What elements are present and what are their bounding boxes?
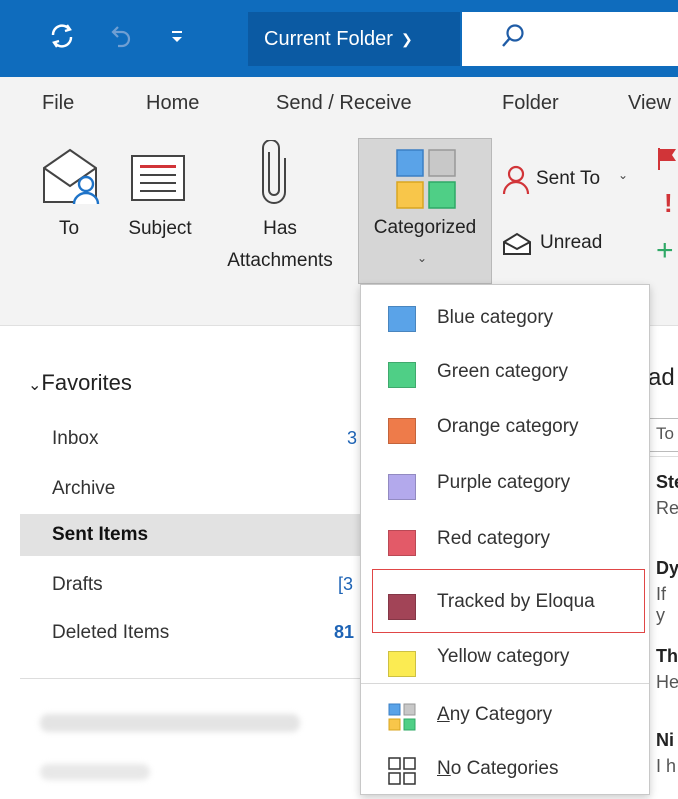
orange-category-label: Orange category (437, 416, 579, 437)
message-preview: If y (656, 584, 667, 625)
menu-separator (361, 683, 649, 684)
inbox-count: 3 (347, 428, 358, 448)
categories-icon (396, 149, 456, 209)
subject-label: Subject (128, 218, 192, 239)
folder-sent-items[interactable]: Sent Items (52, 524, 148, 546)
message-sender[interactable]: Dy (656, 558, 678, 579)
menu-item-orange-category[interactable]: Orange category (361, 403, 649, 459)
subject-icon (131, 155, 185, 201)
any-category-text: ny Category (449, 704, 553, 725)
green-swatch (388, 362, 416, 388)
current-folder-label: Current Folder (264, 27, 393, 50)
tab-view[interactable]: View (628, 92, 678, 115)
search-box[interactable] (462, 12, 678, 66)
paperclip-icon (262, 140, 286, 204)
no-categories-icon (388, 757, 416, 785)
menu-item-blue-category[interactable]: Blue category (361, 291, 649, 347)
no-categories-label: No Categories (437, 758, 558, 780)
green-category-label: Green category (437, 361, 568, 382)
message-preview: I h (656, 756, 677, 776)
chevron-down-icon: ⌄ (417, 251, 428, 265)
message-sender[interactable]: Ni (656, 730, 674, 751)
menu-item-red-category[interactable]: Red category (361, 515, 649, 571)
chevron-down-icon: ⌄ (28, 377, 42, 394)
filter-text: To (656, 424, 674, 443)
yellow-swatch (388, 651, 416, 677)
list-divider (648, 456, 678, 457)
filter-attachments-button[interactable]: Has Attachments (210, 138, 350, 278)
message-sender[interactable]: Th (656, 646, 678, 667)
message-preview: He (656, 672, 678, 692)
unread-button[interactable]: Unread (500, 228, 630, 264)
yellow-category-label: Yellow category (437, 646, 570, 667)
folder-deleted-items[interactable]: Deleted Items (52, 622, 169, 644)
any-category-label: Any Category (437, 704, 552, 726)
orange-swatch (388, 418, 416, 444)
highlight-box (372, 569, 645, 633)
category-dropdown-menu: Blue category Green category Orange cate… (360, 284, 650, 795)
sync-icon[interactable] (48, 22, 76, 50)
menu-item-purple-category[interactable]: Purple category (361, 459, 649, 515)
envelope-icon (503, 232, 531, 255)
categorized-label: Categorized (373, 217, 477, 238)
folder-drafts[interactable]: Drafts (52, 574, 103, 596)
no-categories-accesskey: N (437, 758, 451, 779)
current-folder-dropdown[interactable]: Current Folder ❯ (248, 12, 460, 66)
sent-to-button[interactable]: Sent To ⌄ (500, 162, 640, 202)
menu-item-no-categories[interactable]: No Categories (361, 743, 649, 799)
chevron-down-icon: ❯ (400, 30, 413, 47)
message-sender[interactable]: Ste (656, 472, 678, 493)
sent-to-label: Sent To (536, 168, 601, 189)
any-category-accesskey: A (437, 704, 450, 725)
filter-to-button[interactable]: To (36, 146, 106, 276)
tab-file[interactable]: File (42, 92, 74, 115)
search-icon[interactable] (500, 22, 526, 52)
chevron-down-icon: ⌄ (618, 168, 629, 182)
no-categories-text: o Categories (450, 758, 559, 779)
categorized-button[interactable]: Categorized ⌄ (358, 138, 492, 284)
favorites-label: Favorites (41, 370, 132, 395)
red-swatch (388, 530, 416, 556)
purple-swatch (388, 474, 416, 500)
drafts-count: [3 (338, 574, 354, 594)
importance-icon[interactable]: ! (664, 188, 673, 219)
blurred-account (40, 714, 300, 732)
message-preview: Re (656, 498, 678, 518)
flag-icon[interactable] (656, 146, 678, 172)
favorites-header[interactable]: ⌄Favorites (28, 370, 132, 396)
folder-inbox[interactable]: Inbox (52, 428, 98, 450)
has-label: Has (263, 218, 297, 239)
purple-category-label: Purple category (437, 472, 571, 493)
envelope-person-icon (43, 148, 100, 205)
blurred-item (40, 764, 150, 780)
customize-toolbar-icon[interactable] (170, 26, 184, 46)
folder-archive[interactable]: Archive (52, 478, 115, 500)
undo-icon[interactable] (108, 22, 134, 50)
filter-subject-button[interactable]: Subject (118, 146, 202, 276)
menu-item-green-category[interactable]: Green category (361, 347, 649, 403)
tab-send-receive[interactable]: Send / Receive (276, 92, 412, 115)
blue-swatch (388, 306, 416, 332)
unread-label: Unread (540, 232, 603, 253)
person-icon (502, 165, 530, 195)
deleted-count: 81 (334, 622, 355, 642)
add-icon[interactable]: + (656, 236, 674, 266)
message-list-header: ad (648, 364, 675, 391)
menu-item-any-category[interactable]: Any Category (361, 689, 649, 745)
red-category-label: Red category (437, 528, 551, 549)
to-label: To (58, 218, 80, 239)
any-category-icon (388, 703, 416, 731)
blue-category-label: Blue category (437, 307, 554, 328)
attachments-label: Attachments (227, 250, 333, 271)
tab-home[interactable]: Home (146, 92, 199, 115)
tab-folder[interactable]: Folder (502, 92, 559, 115)
menu-item-yellow-category[interactable]: Yellow category (361, 627, 649, 683)
nav-divider (20, 678, 365, 679)
